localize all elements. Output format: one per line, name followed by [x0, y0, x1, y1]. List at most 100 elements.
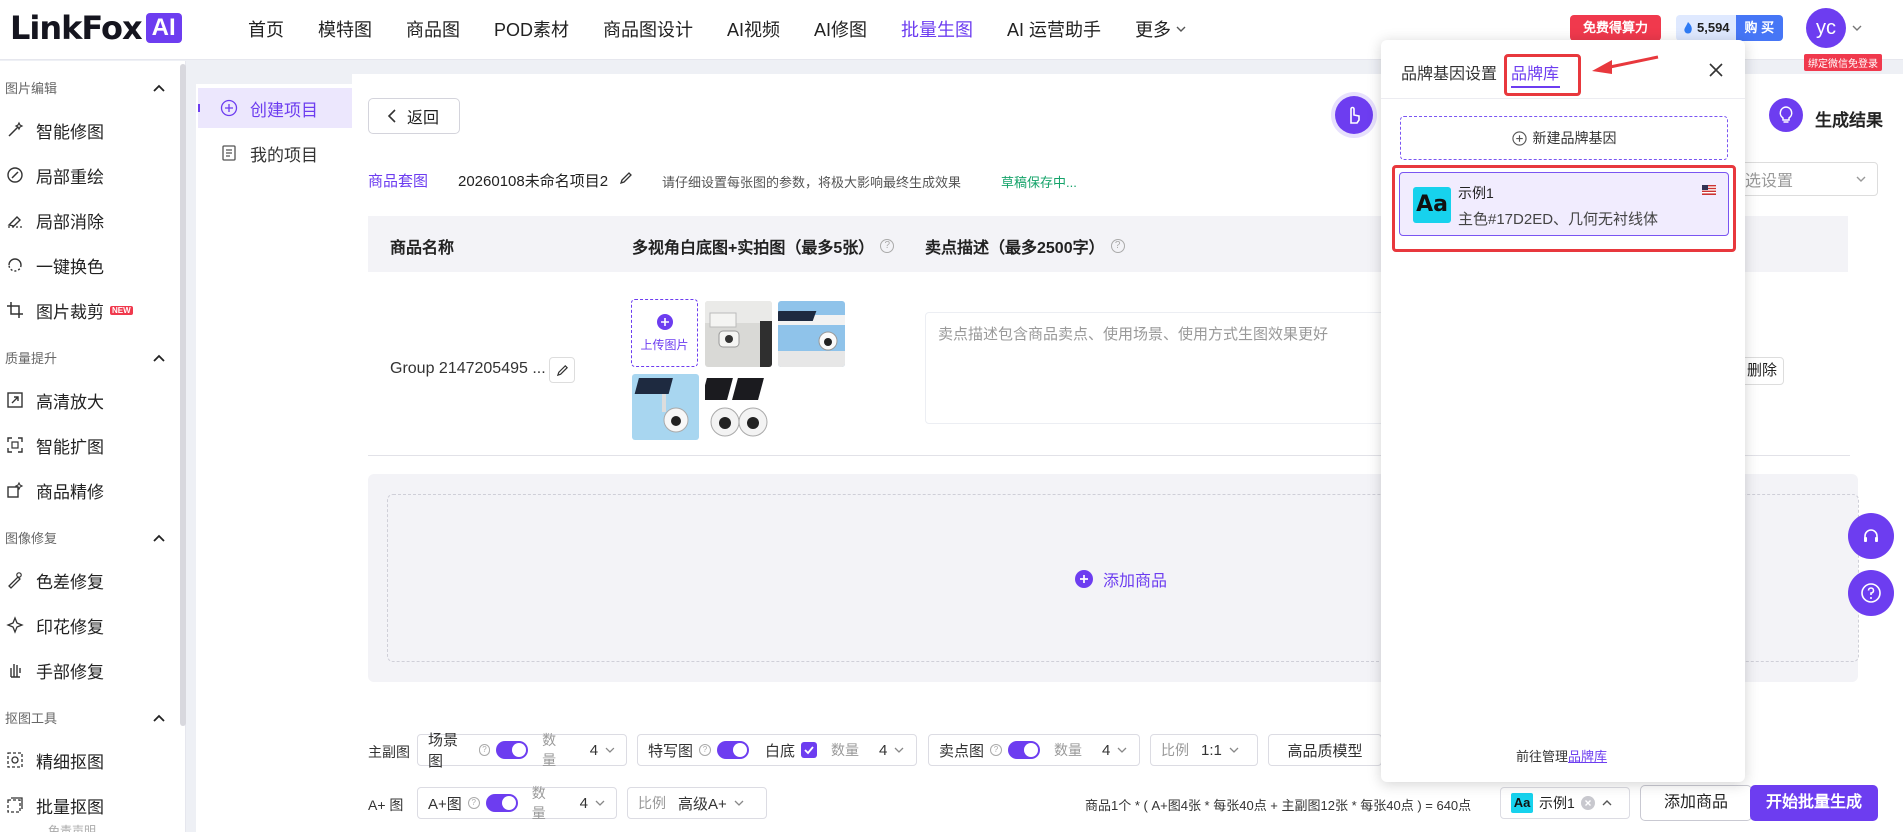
- brand-description: 主色#17D2ED、几何无衬线体: [1458, 211, 1659, 228]
- nav-retouch[interactable]: AI修图: [814, 16, 867, 42]
- sidebar-item-hand-fix[interactable]: 手部修复: [6, 656, 176, 684]
- free-credits-button[interactable]: 免费得算力: [1570, 15, 1661, 41]
- avatar[interactable]: yc: [1806, 8, 1846, 48]
- sidebar-section-edit[interactable]: 图片编辑: [5, 78, 165, 97]
- aplus-ratio-select[interactable]: 比例 高级A+: [627, 787, 767, 819]
- sidebar-item-label: 精细抠图: [36, 752, 104, 772]
- sidebar-item-upscale[interactable]: 高清放大: [6, 386, 176, 414]
- breadcrumb-set[interactable]: 商品套图: [368, 170, 428, 191]
- sidebar-item-crop[interactable]: 图片裁剪 NEW: [6, 296, 176, 324]
- help-icon[interactable]: ?: [467, 797, 480, 809]
- scene-toggle[interactable]: [496, 741, 529, 759]
- model-select[interactable]: 高品质模型: [1268, 734, 1382, 766]
- sidebar-item-batch-cutout[interactable]: 批量抠图: [6, 791, 176, 819]
- add-product-button[interactable]: 添加商品: [1640, 785, 1752, 821]
- sidebar-item-refine[interactable]: 商品精修: [6, 476, 176, 504]
- nav-video[interactable]: AI视频: [727, 16, 780, 42]
- settings-select[interactable]: 选设置: [1740, 162, 1878, 196]
- closeup-image-option: 特写图 ? 白底 数量 4: [637, 734, 917, 766]
- chevron-down-icon[interactable]: [893, 744, 905, 756]
- aplus-qty-value[interactable]: 4: [580, 795, 588, 812]
- new-brand-gene-button[interactable]: 新建品牌基因: [1400, 116, 1728, 160]
- sidebar-item-print-fix[interactable]: 印花修复: [6, 611, 176, 639]
- bind-wechat-badge[interactable]: 绑定微信免登录: [1804, 54, 1882, 71]
- brand-logo-mini: Aa: [1511, 793, 1533, 813]
- selling-qty-value[interactable]: 4: [1102, 742, 1110, 759]
- sidebar-section-quality[interactable]: 质量提升: [5, 348, 165, 367]
- question-circle-icon: [1861, 583, 1881, 603]
- nav-design[interactable]: 商品图设计: [603, 16, 693, 42]
- add-product-link[interactable]: 添加商品: [1075, 567, 1167, 591]
- nav-product[interactable]: 商品图: [406, 16, 460, 42]
- aplus-image-option: A+图 ? 数量 4: [417, 785, 617, 821]
- lightbulb-icon: [1779, 106, 1793, 123]
- subnav-my-projects[interactable]: 我的项目: [220, 138, 318, 168]
- edit-name-button[interactable]: [549, 357, 575, 383]
- guide-hand-button[interactable]: [1335, 96, 1373, 134]
- chevron-down-icon[interactable]: [1851, 22, 1863, 34]
- subnav-create-project[interactable]: 创建项目: [220, 93, 318, 123]
- sidebar-item-fine-cutout[interactable]: 精细抠图: [6, 746, 176, 774]
- aplus-toggle[interactable]: [485, 794, 518, 812]
- chevron-down-icon[interactable]: [594, 797, 606, 809]
- cutout-icon: [7, 752, 23, 768]
- chevron-down-icon[interactable]: [604, 744, 616, 756]
- closeup-toggle[interactable]: [717, 741, 750, 759]
- scene-qty-value[interactable]: 4: [590, 742, 598, 759]
- manage-library-link[interactable]: 品牌库: [1568, 749, 1607, 764]
- app-logo[interactable]: LinkFox AI: [10, 9, 182, 47]
- nav-assistant[interactable]: AI 运营助手: [1007, 16, 1101, 42]
- chevron-down-icon[interactable]: [1116, 744, 1128, 756]
- selling-toggle[interactable]: [1008, 741, 1041, 759]
- crop-icon: [7, 302, 23, 318]
- help-button[interactable]: [1848, 570, 1894, 616]
- nav-more[interactable]: 更多: [1135, 16, 1187, 42]
- start-batch-button[interactable]: 开始批量生成: [1750, 785, 1878, 821]
- support-button[interactable]: [1848, 513, 1894, 559]
- project-subnav: [196, 84, 352, 832]
- clear-icon[interactable]: [1580, 796, 1595, 810]
- section-title: 图像修复: [5, 531, 58, 546]
- help-icon[interactable]: ?: [478, 744, 491, 756]
- help-icon[interactable]: ?: [880, 239, 895, 253]
- upload-image-button[interactable]: 上传图片: [631, 299, 698, 367]
- help-icon[interactable]: ?: [699, 744, 712, 756]
- sidebar-item-inpaint[interactable]: 局部重绘: [6, 161, 176, 189]
- help-icon[interactable]: ?: [990, 744, 1003, 756]
- sidebar-scrollbar[interactable]: [180, 64, 186, 726]
- closeup-qty-value[interactable]: 4: [879, 742, 887, 759]
- product-thumbnail[interactable]: [632, 374, 699, 440]
- brand-style-selector[interactable]: Aa 示例1: [1500, 787, 1630, 819]
- nav-model[interactable]: 模特图: [318, 16, 372, 42]
- sidebar-section-repair[interactable]: 图像修复: [5, 528, 165, 547]
- sidebar-item-expand[interactable]: 智能扩图: [6, 431, 176, 459]
- pencil-icon: [556, 364, 568, 376]
- sidebar-item-smart-retouch[interactable]: 智能修图: [6, 116, 176, 144]
- us-flag-icon: [1702, 185, 1716, 195]
- manage-prefix: 前往管理: [1516, 749, 1569, 764]
- product-thumbnail[interactable]: [705, 374, 772, 440]
- product-thumbnail[interactable]: [778, 301, 845, 367]
- ratio-select[interactable]: 比例 1:1: [1150, 734, 1258, 766]
- sidebar-section-cutout[interactable]: 抠图工具: [5, 708, 165, 727]
- product-thumbnail[interactable]: [705, 301, 772, 367]
- tab-brand-gene-settings[interactable]: 品牌基因设置: [1401, 60, 1497, 84]
- buy-button[interactable]: 购 买: [1735, 15, 1784, 41]
- delete-button[interactable]: 删除: [1740, 357, 1785, 385]
- white-bg-checkbox[interactable]: [801, 742, 818, 758]
- sidebar-item-color-fix[interactable]: 色差修复: [6, 566, 176, 594]
- add-product-label: 添加商品: [1103, 573, 1168, 590]
- nav-pod[interactable]: POD素材: [494, 16, 569, 42]
- nav-home[interactable]: 首页: [248, 16, 284, 42]
- pencil-icon[interactable]: [619, 171, 633, 185]
- sidebar-item-erase[interactable]: 局部消除: [6, 206, 176, 234]
- help-icon[interactable]: ?: [1110, 239, 1125, 253]
- subnav-label: 我的项目: [250, 145, 318, 165]
- back-button[interactable]: 返回: [368, 98, 460, 134]
- selling-points-textarea[interactable]: 卖点描述包含商品卖点、使用场景、使用方式生图效果更好: [925, 312, 1385, 424]
- close-icon[interactable]: [1708, 62, 1724, 78]
- nav-batch[interactable]: 批量生图: [901, 16, 973, 42]
- plus-circle-icon: [220, 99, 238, 117]
- sidebar-item-recolor[interactable]: 一键换色: [6, 251, 176, 279]
- sidebar-cutoff-item[interactable]: 免责声明: [48, 822, 96, 832]
